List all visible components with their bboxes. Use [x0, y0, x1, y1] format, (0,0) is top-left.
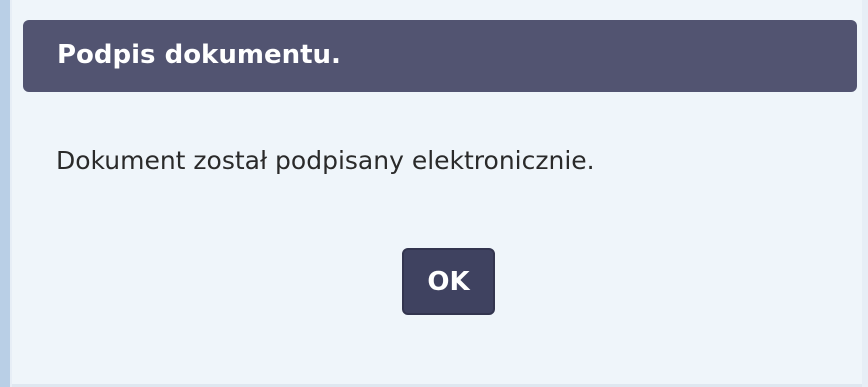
background-page-edge: [0, 0, 10, 387]
signature-dialog: Podpis dokumentu. Dokument został podpis…: [12, 0, 862, 387]
dialog-title: Podpis dokumentu.: [57, 40, 341, 70]
dialog-header: Podpis dokumentu.: [23, 20, 857, 92]
ok-button[interactable]: OK: [402, 248, 495, 315]
dialog-message: Dokument został podpisany elektronicznie…: [56, 146, 595, 175]
